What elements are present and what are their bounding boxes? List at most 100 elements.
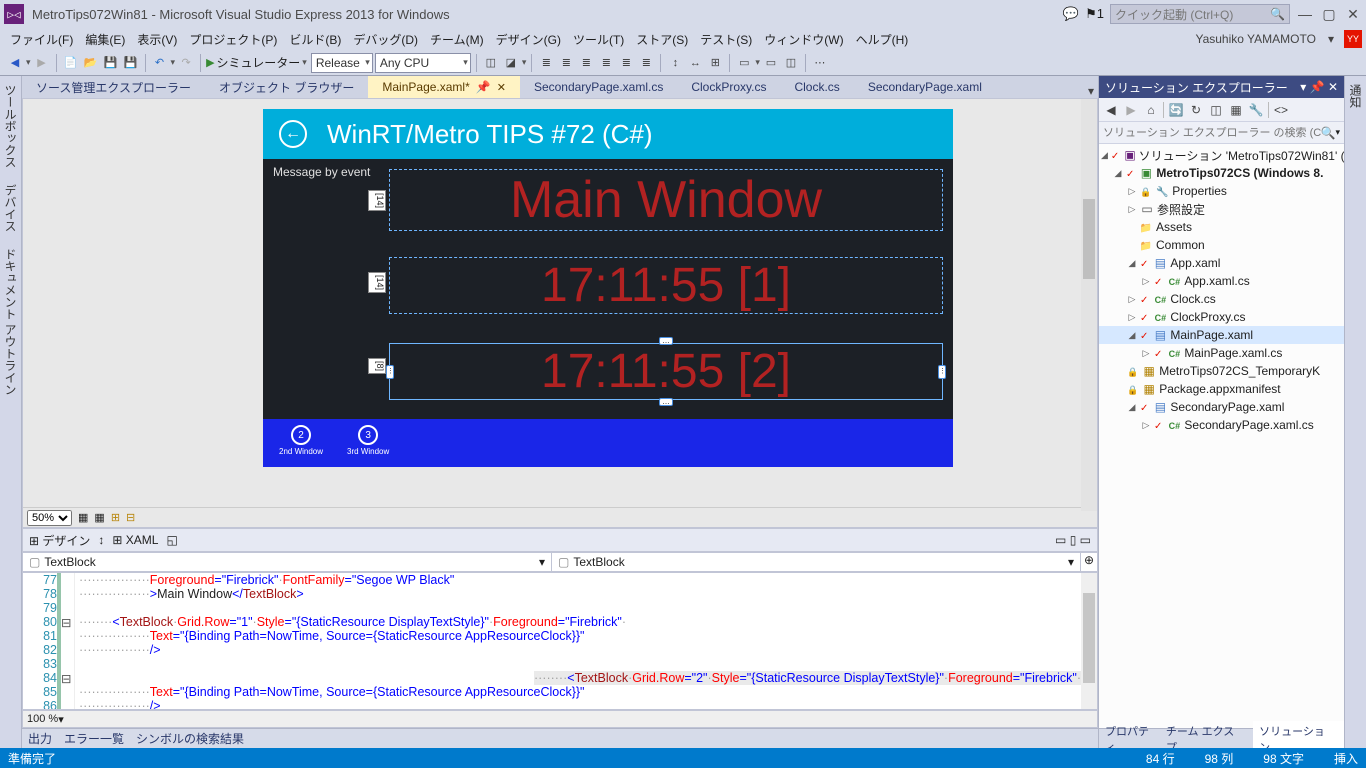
snap-icon[interactable]: ⊞	[111, 511, 120, 524]
textblock-1[interactable]: [14] Main Window	[389, 169, 943, 231]
grid-icon-2[interactable]: ▦	[94, 511, 104, 524]
menu-edit[interactable]: 編集(E)	[79, 29, 131, 50]
format-icon-1[interactable]: ↕	[666, 54, 684, 72]
align-center-icon[interactable]: ≣	[557, 54, 575, 72]
solution-search[interactable]: 🔍 ▾	[1099, 122, 1344, 144]
popout-icon[interactable]: ◱	[166, 533, 177, 547]
collapse-icon[interactable]: ◫	[1208, 103, 1224, 117]
close-icon[interactable]: ✕	[1328, 80, 1338, 94]
align-top-icon[interactable]: ≣	[597, 54, 615, 72]
type-combo[interactable]: ▢TextBlock▾	[23, 553, 552, 571]
save-all-icon[interactable]: 💾	[122, 54, 140, 72]
user-name[interactable]: Yasuhiko YAMAMOTO	[1189, 30, 1322, 48]
tab-clockproxy-cs[interactable]: ClockProxy.cs	[677, 76, 780, 98]
menu-debug[interactable]: デバッグ(D)	[347, 29, 424, 50]
resize-handle[interactable]: ⋯	[659, 398, 673, 406]
maximize-button[interactable]: ▢	[1320, 6, 1338, 23]
menu-view[interactable]: 表示(V)	[131, 29, 183, 50]
swap-icon[interactable]: ↕	[98, 533, 104, 547]
tab-object-browser[interactable]: オブジェクト ブラウザー	[205, 76, 368, 98]
tb-icon-b[interactable]: ◪	[502, 54, 520, 72]
nav-fwd-icon[interactable]: ▶	[33, 54, 51, 72]
format-icon-2[interactable]: ↔	[686, 54, 704, 72]
align-mid-icon[interactable]: ≣	[617, 54, 635, 72]
common-folder[interactable]: Common	[1156, 238, 1205, 252]
resize-handle[interactable]: ⋮	[386, 365, 394, 379]
close-button[interactable]: ✕	[1344, 6, 1362, 23]
debug-target-label[interactable]: シミュレーター	[217, 54, 301, 71]
sync-icon[interactable]: 🔄	[1168, 103, 1184, 117]
back-icon[interactable]: ◀	[1103, 103, 1119, 117]
view-code-icon[interactable]: <>	[1273, 103, 1289, 117]
properties-node[interactable]: Properties	[1172, 184, 1227, 198]
tab-source-control[interactable]: ソース管理エクスプローラー	[22, 76, 205, 98]
textblock-3-selected[interactable]: [8] 17:11:55 [2] ⋮ ⋮ ⋯ ⋯	[389, 343, 943, 400]
mainpage-xaml-node[interactable]: MainPage.xaml	[1170, 328, 1253, 342]
dotted-icon[interactable]: ⋯	[811, 54, 829, 72]
platform-combo[interactable]: Any CPU	[375, 53, 471, 73]
resize-handle[interactable]: ⋮	[938, 365, 946, 379]
refresh-icon[interactable]: ↻	[1188, 103, 1204, 117]
undo-icon[interactable]: ↶	[151, 54, 169, 72]
secondarypage-xaml-node[interactable]: SecondaryPage.xaml	[1170, 400, 1284, 414]
textblock-2[interactable]: [14] 17:11:55 [1]	[389, 257, 943, 314]
align-left-icon[interactable]: ≣	[537, 54, 555, 72]
user-avatar[interactable]: YY	[1344, 30, 1362, 48]
design-canvas[interactable]: ← WinRT/Metro TIPS #72 (C#) Message by e…	[263, 109, 953, 467]
nav-back-icon[interactable]: ◀	[6, 54, 24, 72]
device-tab[interactable]: デバイス	[0, 176, 21, 240]
app-xaml-node[interactable]: App.xaml	[1170, 256, 1220, 270]
document-outline-tab[interactable]: ドキュメント アウトライン	[0, 240, 21, 403]
member-combo[interactable]: ▢TextBlock▾	[552, 553, 1081, 571]
tab-mainpage-xaml[interactable]: MainPage.xaml*📌✕	[368, 76, 520, 98]
sync-icon[interactable]: ⊕	[1081, 553, 1097, 571]
config-combo[interactable]: Release	[311, 53, 373, 73]
show-all-icon[interactable]: ▦	[1228, 103, 1244, 117]
tab-overflow-icon[interactable]: ▾	[1084, 84, 1098, 98]
format-icon-3[interactable]: ⊞	[706, 54, 724, 72]
tab-secondarypage-xaml[interactable]: SecondaryPage.xaml	[854, 76, 996, 98]
pin-icon[interactable]: 📌	[1310, 80, 1325, 94]
menu-test[interactable]: テスト(S)	[694, 29, 758, 50]
output-tab[interactable]: 出力	[28, 730, 52, 747]
designer-scrollbar-v[interactable]	[1081, 99, 1097, 511]
minimize-button[interactable]: —	[1296, 6, 1314, 22]
close-icon[interactable]: ✕	[497, 81, 506, 94]
group-icon[interactable]: ▭	[735, 54, 753, 72]
save-icon[interactable]: 💾	[102, 54, 120, 72]
tab-clock-cs[interactable]: Clock.cs	[780, 76, 853, 98]
secondarypage-cs-node[interactable]: SecondaryPage.xaml.cs	[1184, 418, 1313, 432]
references-node[interactable]: 参照設定	[1157, 201, 1205, 218]
snap-icon-2[interactable]: ⊟	[126, 511, 135, 524]
symbol-search-tab[interactable]: シンボルの検索結果	[136, 730, 244, 747]
tb-icon-a[interactable]: ◫	[482, 54, 500, 72]
xaml-tab[interactable]: ⊞ XAML	[112, 533, 158, 547]
align-bottom-icon[interactable]: ≣	[637, 54, 655, 72]
menu-window[interactable]: ウィンドウ(W)	[758, 29, 849, 50]
user-dropdown-icon[interactable]: ▾	[1322, 30, 1340, 48]
ungroup-icon[interactable]: ▭	[762, 54, 780, 72]
solution-tree[interactable]: ◢ソリューション 'MetroTips072Win81' (1 プ ◢Metro…	[1099, 144, 1344, 728]
menu-help[interactable]: ヘルプ(H)	[850, 29, 915, 50]
code-scrollbar[interactable]	[1081, 573, 1097, 709]
code-zoom[interactable]: 100 % ▾	[22, 710, 1098, 728]
menu-project[interactable]: プロジェクト(P)	[183, 29, 283, 50]
menu-design[interactable]: デザイン(G)	[490, 29, 567, 50]
new-project-icon[interactable]: 📄	[62, 54, 80, 72]
split-layout-icons[interactable]: ▭ ▯ ▭	[1055, 533, 1091, 547]
menu-file[interactable]: ファイル(F)	[4, 29, 79, 50]
mainpage-cs-node[interactable]: MainPage.xaml.cs	[1184, 346, 1282, 360]
appbar-btn-3rd-window[interactable]: 3 3rd Window	[347, 425, 389, 456]
error-list-tab[interactable]: エラー一覧	[64, 730, 124, 747]
back-button-icon[interactable]: ←	[279, 120, 307, 148]
zoom-combo[interactable]: 50%	[27, 510, 72, 526]
grid-icon[interactable]: ▦	[78, 511, 88, 524]
tempkey-node[interactable]: MetroTips072CS_TemporaryK	[1159, 364, 1320, 378]
panel-menu-icon[interactable]: ▾	[1300, 80, 1306, 94]
notifications-tab[interactable]: 通知	[1345, 76, 1366, 116]
home-icon[interactable]: ⌂	[1143, 103, 1159, 117]
resize-handle[interactable]: ⋯	[659, 337, 673, 345]
solution-search-input[interactable]	[1103, 127, 1321, 139]
solution-node[interactable]: ソリューション 'MetroTips072Win81' (1 プ	[1139, 147, 1344, 164]
order-icon[interactable]: ◫	[782, 54, 800, 72]
